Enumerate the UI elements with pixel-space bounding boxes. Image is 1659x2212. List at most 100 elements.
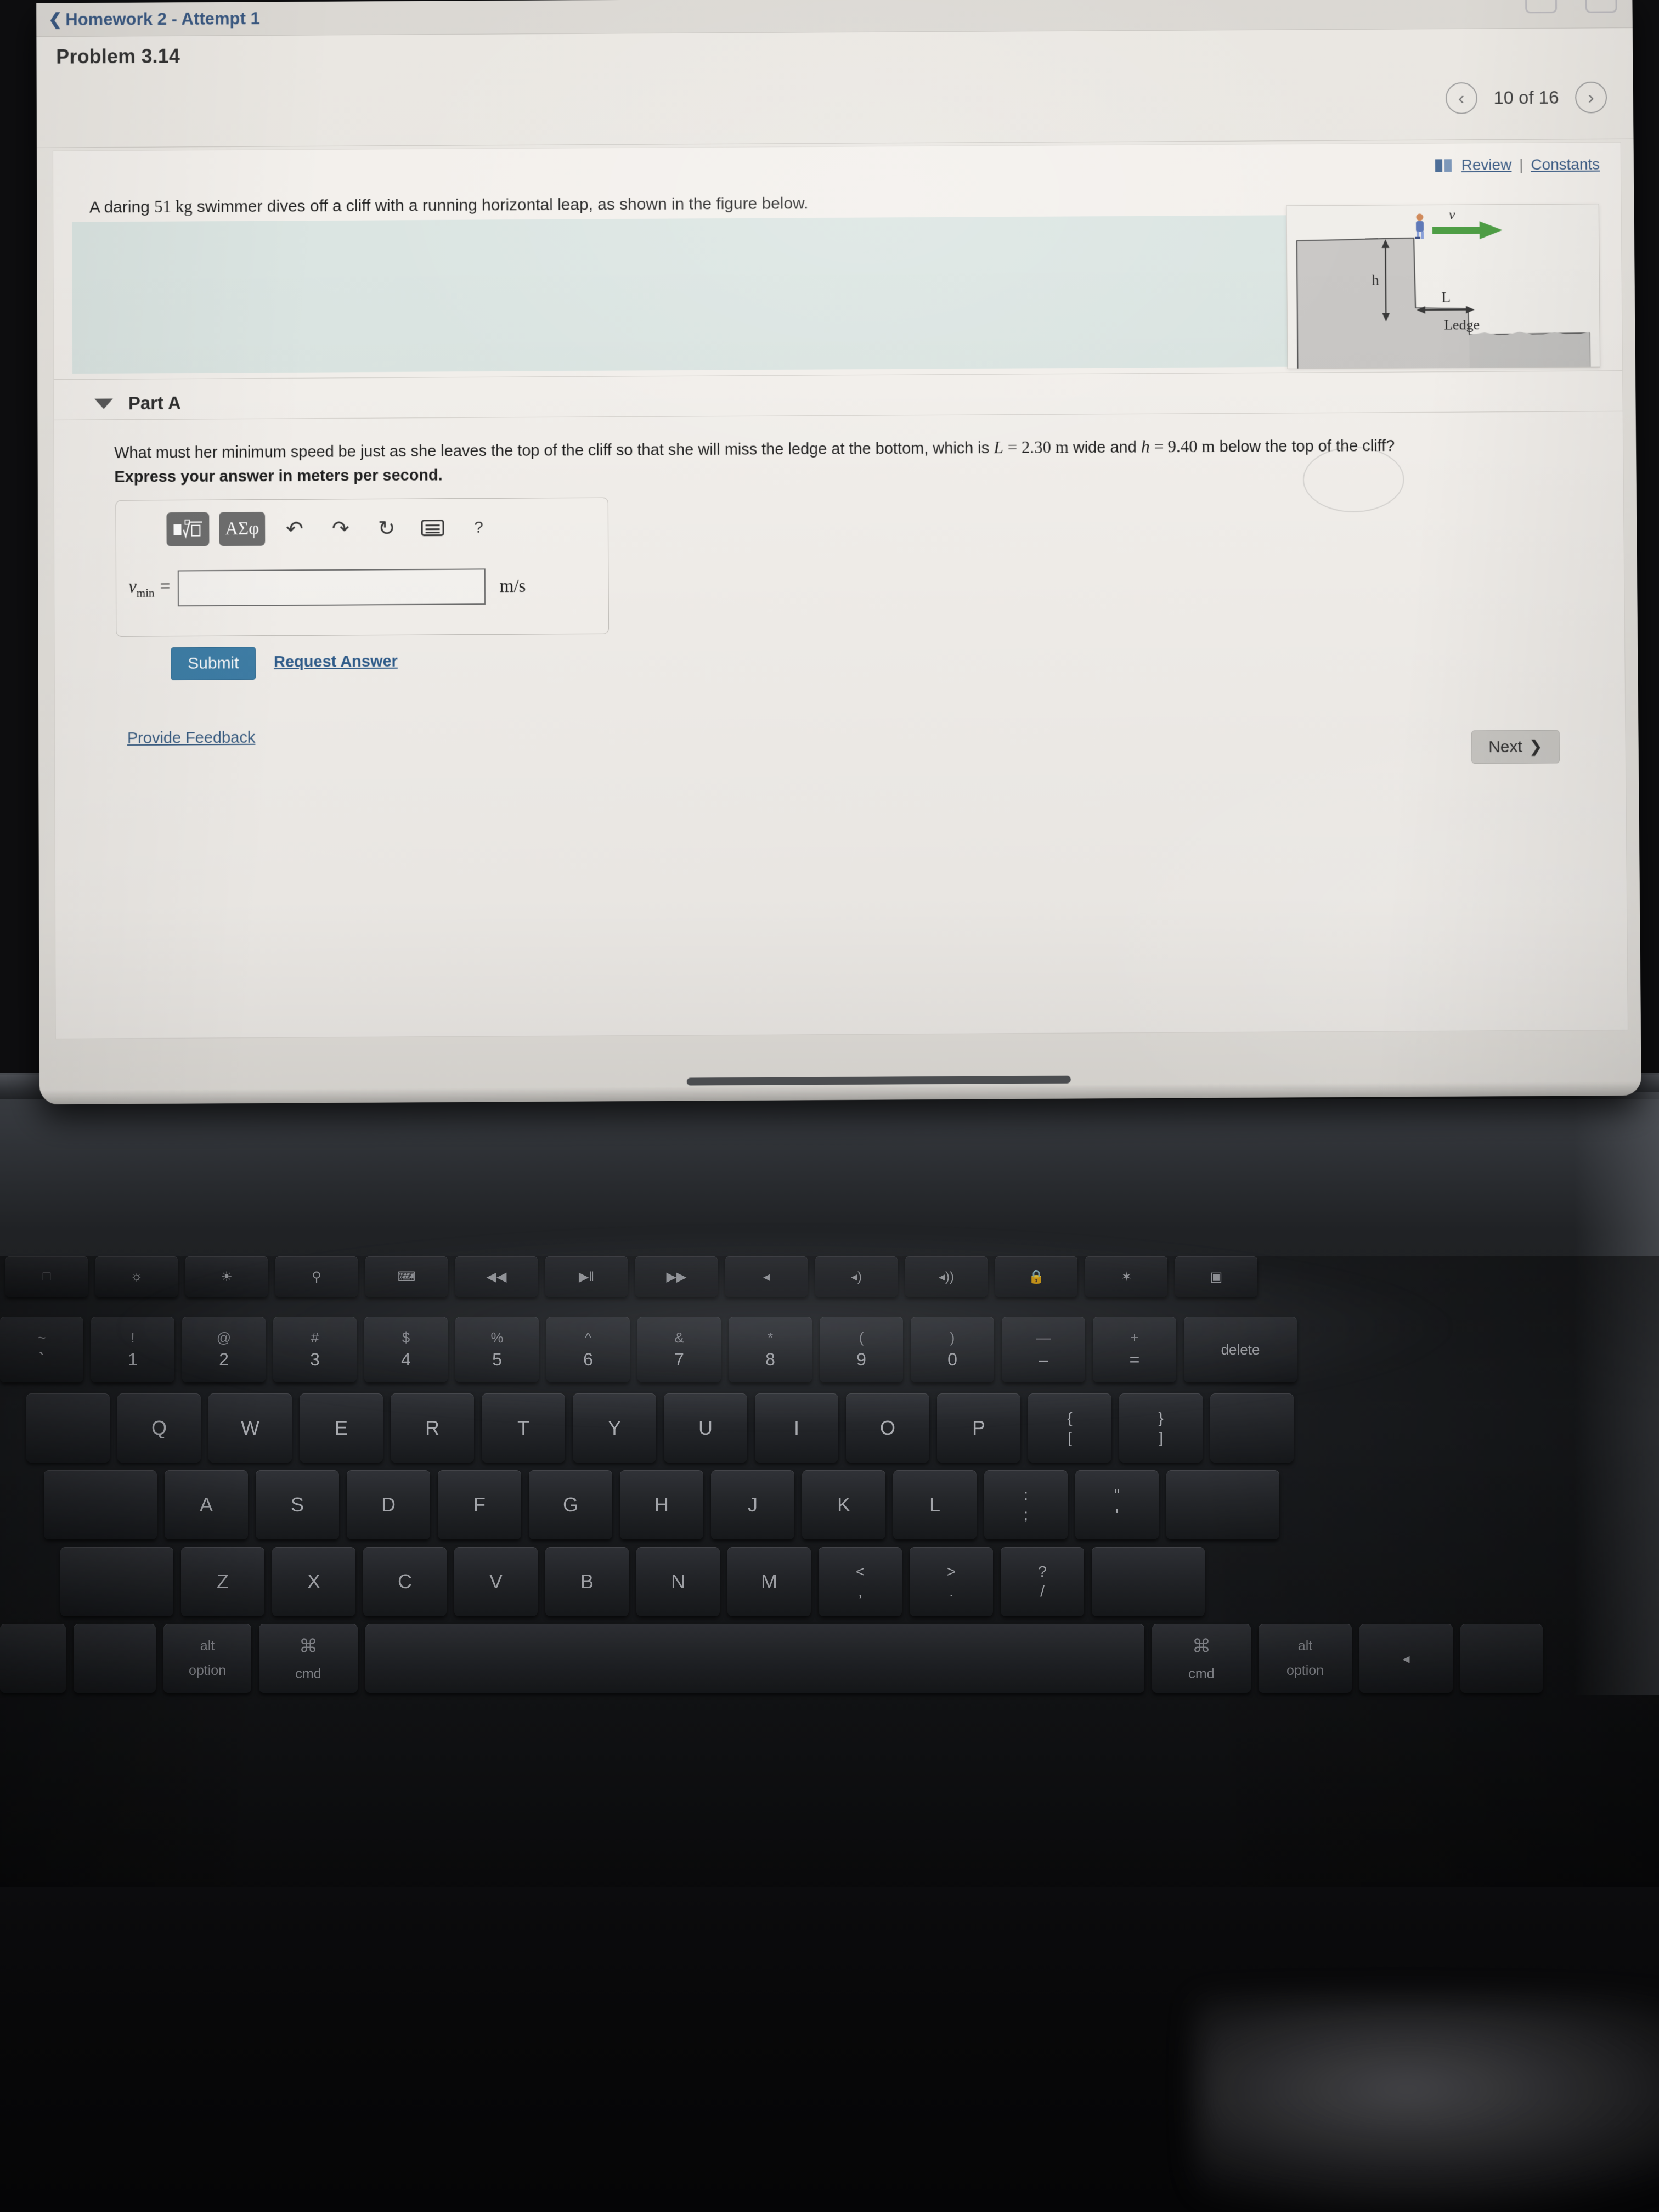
key-8[interactable]: * 8: [729, 1317, 812, 1383]
keyboard-icon[interactable]: [412, 511, 454, 545]
greek-letters-button[interactable]: ΑΣφ: [219, 512, 266, 546]
key-1[interactable]: ! 1: [91, 1317, 174, 1383]
key-lock[interactable]: 🔒: [995, 1256, 1077, 1297]
key-esc[interactable]: □: [5, 1256, 88, 1297]
key-c[interactable]: C: [363, 1547, 447, 1616]
key-volume-up[interactable]: ◂)): [905, 1256, 988, 1297]
key-s[interactable]: S: [256, 1470, 339, 1539]
key-u[interactable]: U: [664, 1393, 747, 1463]
key-y[interactable]: Y: [573, 1393, 656, 1463]
key-tab[interactable]: [26, 1393, 110, 1463]
key-play-pause[interactable]: ▶‖: [545, 1256, 628, 1297]
key-2[interactable]: @2: [182, 1317, 266, 1383]
review-link[interactable]: Review: [1462, 156, 1512, 174]
key-5[interactable]: % 5: [455, 1317, 539, 1383]
triangle-down-icon[interactable]: [94, 398, 114, 409]
key-fn[interactable]: [0, 1624, 66, 1693]
key-bracket-left[interactable]: {[: [1028, 1393, 1111, 1463]
key-backtick[interactable]: ~ `: [0, 1317, 83, 1383]
next-button[interactable]: Next ❯: [1471, 730, 1560, 764]
prev-problem-button[interactable]: ‹: [1445, 82, 1477, 114]
key-o[interactable]: O: [846, 1393, 929, 1463]
part-a-header[interactable]: Part A: [94, 393, 181, 414]
key-w[interactable]: W: [208, 1393, 292, 1463]
key-v[interactable]: V: [454, 1547, 538, 1616]
key-spotlight[interactable]: ⚲: [275, 1256, 358, 1297]
key-q[interactable]: Q: [117, 1393, 201, 1463]
key-k[interactable]: K: [802, 1470, 885, 1539]
key-rewind[interactable]: ◀◀: [455, 1256, 538, 1297]
math-toolbar: ΑΣφ ↶ ↷ ↻ ?: [166, 511, 499, 546]
key-shift-left[interactable]: [60, 1547, 173, 1616]
key-3[interactable]: #3: [273, 1317, 357, 1383]
key-t[interactable]: T: [482, 1393, 565, 1463]
key-l[interactable]: L: [893, 1470, 977, 1539]
key-option-right[interactable]: alt option: [1259, 1624, 1352, 1693]
key-bluetooth[interactable]: ✶: [1085, 1256, 1167, 1297]
request-answer-link[interactable]: Request Answer: [274, 653, 398, 672]
key-volume-down[interactable]: ◂): [815, 1256, 898, 1297]
answer-input[interactable]: [177, 568, 486, 607]
key-minus[interactable]: — –: [1002, 1317, 1085, 1383]
undo-arrow-icon[interactable]: ↶: [274, 512, 315, 546]
key-e[interactable]: E: [300, 1393, 383, 1463]
key-d[interactable]: D: [347, 1470, 430, 1539]
key-brightness-up[interactable]: ☀: [185, 1256, 268, 1297]
key-dictation[interactable]: ⌨: [365, 1256, 448, 1297]
key-option-left[interactable]: alt option: [163, 1624, 251, 1693]
back-to-homework-link[interactable]: ❮ Homework 2 - Attempt 1: [48, 9, 260, 30]
key-m[interactable]: M: [727, 1547, 811, 1616]
key-arrow-updown[interactable]: [1460, 1624, 1543, 1693]
key-return[interactable]: [1166, 1470, 1279, 1539]
reset-icon[interactable]: ↻: [366, 511, 408, 545]
key-backslash[interactable]: [1210, 1393, 1294, 1463]
key-delete[interactable]: delete: [1184, 1317, 1297, 1383]
key-shift-right[interactable]: [1092, 1547, 1205, 1616]
key-capslock[interactable]: [44, 1470, 157, 1539]
key-i[interactable]: I: [755, 1393, 838, 1463]
key-4[interactable]: $4: [364, 1317, 448, 1383]
key-equals[interactable]: + =: [1093, 1317, 1176, 1383]
help-icon[interactable]: ?: [458, 511, 499, 545]
key-control[interactable]: [74, 1624, 156, 1693]
key-semicolon[interactable]: :;: [984, 1470, 1068, 1539]
key-9[interactable]: (9: [820, 1317, 903, 1383]
key-p[interactable]: P: [937, 1393, 1020, 1463]
key-period[interactable]: >.: [910, 1547, 993, 1616]
key-arrow-left[interactable]: ◂: [1359, 1624, 1453, 1693]
key-command-right[interactable]: ⌘ cmd: [1152, 1624, 1251, 1693]
redo-arrow-icon[interactable]: ↷: [320, 511, 362, 545]
next-problem-button[interactable]: ›: [1575, 81, 1607, 114]
key-0[interactable]: ) 0: [911, 1317, 994, 1383]
key-mute[interactable]: ◂: [725, 1256, 808, 1297]
key-z[interactable]: Z: [181, 1547, 264, 1616]
key-h[interactable]: H: [620, 1470, 703, 1539]
tab-icon[interactable]: [1585, 0, 1617, 13]
key-g[interactable]: G: [529, 1470, 612, 1539]
submit-button[interactable]: Submit: [171, 647, 256, 680]
key-7[interactable]: & 7: [637, 1317, 721, 1383]
constants-link[interactable]: Constants: [1531, 156, 1600, 173]
key-fast-forward[interactable]: ▶▶: [635, 1256, 718, 1297]
key-6[interactable]: ^ 6: [546, 1317, 630, 1383]
key-b[interactable]: B: [545, 1547, 629, 1616]
key-command-left-label: cmd: [295, 1666, 321, 1681]
key-a[interactable]: A: [165, 1470, 248, 1539]
key-bracket-right[interactable]: }]: [1119, 1393, 1203, 1463]
key-j[interactable]: J: [711, 1470, 794, 1539]
key-brightness-down[interactable]: ☼: [95, 1256, 178, 1297]
math-template-icon[interactable]: [166, 512, 210, 546]
key-comma[interactable]: <,: [819, 1547, 902, 1616]
key-command-left[interactable]: ⌘ cmd: [259, 1624, 358, 1693]
key-r[interactable]: R: [391, 1393, 474, 1463]
tab-icon[interactable]: [1525, 0, 1558, 14]
key-x[interactable]: X: [272, 1547, 356, 1616]
key-f[interactable]: F: [438, 1470, 521, 1539]
key-n[interactable]: N: [636, 1547, 720, 1616]
key-spacebar[interactable]: [365, 1624, 1144, 1693]
key-quote[interactable]: " ': [1075, 1470, 1159, 1539]
provide-feedback-link[interactable]: Provide Feedback: [127, 729, 256, 748]
key-option-left-alt: alt: [200, 1638, 215, 1654]
key-power[interactable]: ▣: [1175, 1256, 1257, 1297]
key-slash[interactable]: ? /: [1001, 1547, 1084, 1616]
